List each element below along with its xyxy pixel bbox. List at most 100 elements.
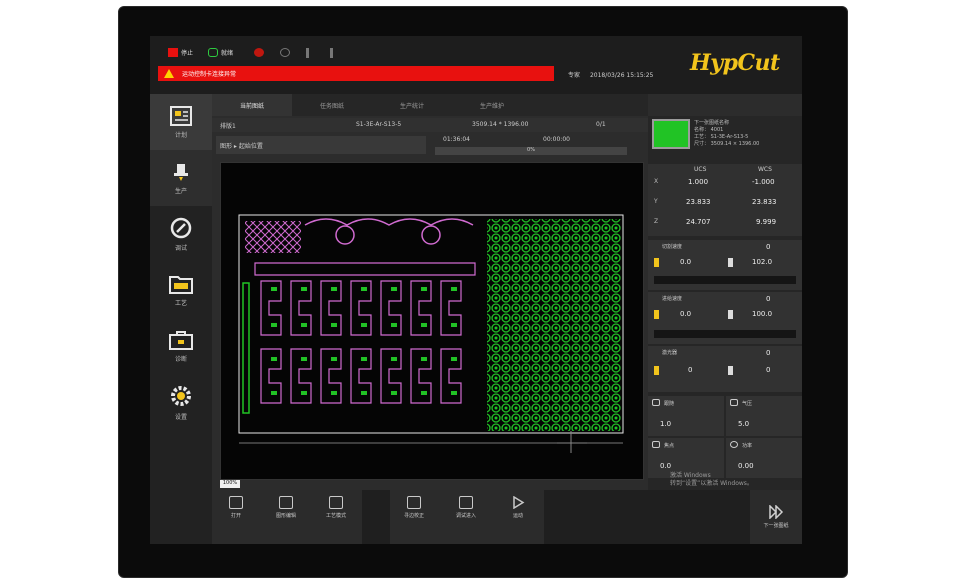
run-button[interactable]: 运动	[500, 496, 536, 519]
debug-enter-button[interactable]: 调试进入	[448, 496, 484, 519]
feed-speed-block: 进给速度 0 0.0 100.0	[648, 292, 802, 344]
next-drawing-button[interactable]: 下一张图纸	[750, 490, 802, 544]
wcs-value: -1.000	[752, 178, 775, 186]
cell-value: 5.0	[738, 420, 750, 428]
elapsed-time: 01:36:04	[443, 136, 470, 143]
white-indicator	[728, 258, 733, 267]
drawing-canvas[interactable]	[220, 162, 644, 480]
play-icon	[513, 496, 525, 509]
tab-task-drawings[interactable]: 任务图纸	[292, 94, 372, 116]
ready-status: 就绪	[208, 48, 233, 57]
date-prefix: 专家	[568, 72, 581, 79]
wcs-value: 23.833	[752, 198, 777, 206]
power-icon	[730, 441, 738, 448]
sidebar-item-label: 诊断	[174, 355, 187, 363]
next-drawing-info: 下一张图纸名称 名称： 4001 工艺： S1-3E-Ar-S13-5 尺寸： …	[694, 120, 759, 148]
cell-title: 焦点	[664, 443, 675, 449]
cell-title: 气压	[742, 401, 753, 407]
open-button[interactable]: 打开	[218, 496, 254, 519]
alarm-banner[interactable]: 运动控制卡连接异常	[158, 66, 554, 81]
lamp-icon[interactable]	[330, 48, 333, 58]
layer-select[interactable]: 图形 ▸ 起始位置	[216, 136, 426, 154]
watermark-line2: 转到“设置”以激活 Windows。	[670, 480, 753, 487]
block-title: 激光器	[662, 350, 678, 356]
sidebar-item-diagnose[interactable]: 诊断	[150, 318, 212, 374]
hypcut-screen: 停止 就绪 运动控制卡连接异常 专家 2018/03/26 15:15:25 H…	[150, 36, 802, 544]
sidebar-item-production[interactable]: 生产	[150, 150, 212, 206]
axis-label: Y	[654, 198, 658, 205]
action-group: 寻边校正 调试进入 运动	[390, 490, 544, 544]
yellow-indicator	[654, 258, 659, 267]
production-icon	[174, 163, 188, 181]
date-time: 专家 2018/03/26 15:15:25	[568, 70, 653, 79]
next-drawing-title: 下一张图纸名称	[694, 120, 730, 126]
drawing-name: 排版1	[220, 123, 236, 130]
focus-icon	[652, 441, 660, 448]
axis-label: Z	[654, 218, 659, 225]
layer-select-label: 图形 ▸ 起始位置	[220, 142, 263, 150]
gas-icon[interactable]	[306, 48, 309, 58]
image-edit-icon	[279, 496, 293, 509]
laser-icon[interactable]	[280, 48, 290, 57]
ucs-value: 24.707	[686, 218, 711, 226]
ucs-value: 1.000	[688, 178, 709, 186]
stop-button[interactable]: 停止	[168, 48, 193, 57]
button-label: 调试进入	[455, 513, 476, 519]
next-drawing-thumbnail[interactable]	[652, 119, 690, 149]
tab-production-stats[interactable]: 生产统计	[372, 94, 452, 116]
button-label: 图形编辑	[275, 513, 296, 519]
sheet-size: 3509.14 * 1396.00	[472, 121, 529, 128]
cut-speed-block: 切割速度 0 0.0 102.0	[648, 240, 802, 290]
edge-find-button[interactable]: 寻边校正	[396, 496, 432, 519]
debug-enter-icon	[459, 496, 473, 509]
gas-pressure-cell[interactable]: 气压 5.0	[726, 396, 802, 436]
sidebar-item-plan[interactable]: 计划	[150, 94, 212, 150]
tab-production-maintenance[interactable]: 生产维护	[452, 94, 532, 116]
block-left-value: 0.0	[680, 258, 692, 266]
sidebar-item-process[interactable]: 工艺	[150, 262, 212, 318]
button-label: 打开	[230, 513, 241, 519]
date-value: 2018/03/26 15:15:25	[589, 72, 654, 79]
main-tabs: 当前图纸 任务图纸 生产统计 生产维护	[212, 94, 648, 116]
stop-icon	[168, 48, 178, 57]
block-right-value: 100.0	[752, 310, 773, 318]
plan-icon	[170, 105, 192, 126]
estimated-time: 00:00:00	[543, 136, 570, 143]
alarm-text: 运动控制卡连接异常	[182, 71, 237, 78]
white-indicator	[728, 310, 733, 319]
process-mode-button[interactable]: 工艺模式	[318, 496, 354, 519]
block-right-value: 102.0	[752, 258, 773, 266]
block-top-value: 0	[766, 349, 771, 357]
block-track	[654, 330, 796, 338]
sidebar-item-label: 调试	[174, 244, 187, 252]
sidebar-item-label: 生产	[174, 187, 187, 195]
nesting-drawing	[238, 214, 624, 453]
axis-label: X	[654, 178, 659, 185]
sidebar-item-label: 设置	[174, 413, 187, 421]
zoom-level: 100%	[220, 480, 240, 488]
coord-row-x: X 1.000 -1.000	[648, 178, 802, 194]
button-label: 运动	[512, 513, 523, 519]
windows-activation-watermark: 激活 Windows 转到“设置”以激活 Windows。	[670, 472, 753, 488]
block-track	[654, 276, 796, 284]
sidebar-item-debug[interactable]: 调试	[150, 206, 212, 262]
wcs-label: WCS	[758, 166, 772, 173]
cell-title: 跟随	[664, 401, 675, 407]
cell-value: 0.0	[660, 462, 672, 470]
coord-row-y: Y 23.833 23.833	[648, 198, 802, 214]
coord-row-z: Z 24.707 9.999	[648, 218, 802, 234]
tab-current-drawing[interactable]: 当前图纸	[212, 94, 292, 116]
graphic-edit-button[interactable]: 图形编辑	[268, 496, 304, 519]
next-drawing-label: 下一张图纸	[763, 523, 789, 529]
process-icon	[169, 275, 193, 294]
sidebar-item-label: 工艺	[174, 299, 187, 307]
sidebar-item-label: 计划	[174, 131, 187, 139]
sidebar-item-settings[interactable]: 设置	[150, 374, 212, 430]
progress-percent: 0%	[527, 147, 535, 153]
watermark-line1: 激活 Windows	[670, 472, 711, 479]
follow-cell[interactable]: 跟随 1.0	[648, 396, 724, 436]
button-label: 寻边校正	[403, 513, 424, 519]
alarm-icon[interactable]	[254, 48, 264, 57]
bottom-toolbar: 打开 图形编辑 工艺模式 寻边校正 调试进入 运动	[212, 490, 802, 544]
settings-gear-icon	[171, 385, 191, 406]
